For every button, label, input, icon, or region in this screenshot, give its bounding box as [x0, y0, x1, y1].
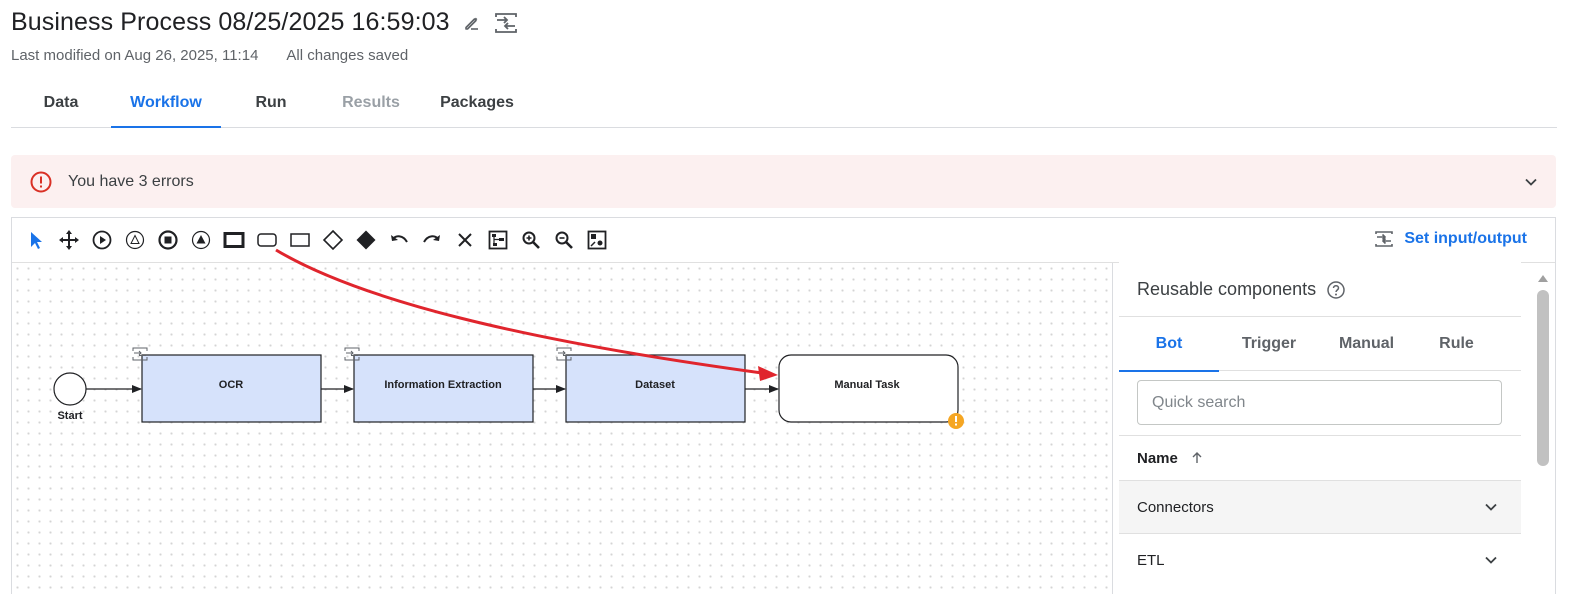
end-event-icon[interactable]: [157, 229, 179, 251]
pan-icon[interactable]: [58, 229, 80, 251]
scroll-up-arrow-icon[interactable]: [1537, 270, 1549, 282]
task-label: Information Extraction: [384, 379, 502, 391]
input-output-icon[interactable]: [494, 12, 518, 34]
undo-icon[interactable]: [388, 229, 410, 251]
group-row-connectors[interactable]: Connectors: [1119, 480, 1521, 533]
panel-tab-trigger[interactable]: Trigger: [1219, 317, 1319, 371]
delete-icon[interactable]: [454, 229, 476, 251]
fit-view-icon[interactable]: [586, 229, 608, 251]
panel-title: Reusable components: [1137, 279, 1346, 300]
help-icon[interactable]: [1326, 280, 1346, 300]
tab-workflow[interactable]: Workflow: [111, 78, 221, 128]
diagram-svg: Start OCR Information Extraction Dataset…: [53, 347, 964, 429]
name-column-header[interactable]: Name: [1119, 435, 1521, 480]
exclusive-gateway-icon[interactable]: [355, 229, 377, 251]
quick-search-input[interactable]: [1137, 380, 1502, 425]
set-input-output-button[interactable]: Set input/output: [1374, 230, 1527, 248]
error-circle-icon: [29, 170, 53, 194]
task-bold-icon[interactable]: [223, 229, 245, 251]
chevron-down-icon[interactable]: [1483, 552, 1499, 568]
diagram-toolbar: Set input/output: [12, 218, 1555, 263]
last-modified-text: Last modified on Aug 26, 2025, 11:14: [11, 47, 259, 64]
save-status-text: All changes saved: [286, 47, 409, 64]
sort-ascending-icon[interactable]: [1190, 451, 1204, 465]
group-row-etl[interactable]: ETL: [1119, 533, 1521, 586]
panel-title-text: Reusable components: [1137, 279, 1317, 299]
start-event[interactable]: [53, 372, 87, 406]
redo-icon[interactable]: [421, 229, 443, 251]
rect-task-icon[interactable]: [289, 229, 311, 251]
task-label: Manual Task: [834, 379, 900, 391]
zoom-in-icon[interactable]: [520, 229, 542, 251]
page-title: Business Process 08/25/2025 16:59:03: [11, 8, 450, 36]
name-column-label: Name: [1137, 449, 1178, 467]
start-event-icon[interactable]: [91, 229, 113, 251]
chevron-down-icon[interactable]: [1483, 499, 1499, 515]
chevron-down-icon[interactable]: [1524, 175, 1538, 189]
group-label: ETL: [1137, 551, 1165, 569]
error-banner[interactable]: You have 3 errors: [11, 155, 1556, 208]
auto-layout-icon[interactable]: [487, 229, 509, 251]
reusable-components-panel: Reusable components Bot Trigger Manual R…: [1119, 262, 1521, 594]
pointer-icon[interactable]: [25, 229, 47, 251]
gateway-icon[interactable]: [322, 229, 344, 251]
zoom-out-icon[interactable]: [553, 229, 575, 251]
main-tabs: Data Workflow Run Results Packages: [11, 78, 1557, 128]
set-input-output-label: Set input/output: [1404, 230, 1527, 247]
warning-icon[interactable]: [948, 413, 964, 429]
group-label: Connectors: [1137, 498, 1214, 516]
tab-packages[interactable]: Packages: [421, 78, 533, 127]
rounded-task-icon[interactable]: [256, 229, 278, 251]
intermediate-event-icon[interactable]: [124, 229, 146, 251]
start-event-label: Start: [57, 410, 82, 422]
scrollbar-thumb[interactable]: [1537, 290, 1549, 466]
panel-tab-bot[interactable]: Bot: [1119, 317, 1219, 372]
panel-tab-manual[interactable]: Manual: [1319, 317, 1414, 371]
pencil-icon[interactable]: [462, 13, 482, 33]
tab-data[interactable]: Data: [11, 78, 111, 127]
diagram-canvas[interactable]: Start OCR Information Extraction Dataset…: [12, 263, 1113, 594]
page-header: Business Process 08/25/2025 16:59:03: [11, 8, 518, 37]
panel-tabs: Bot Trigger Manual Rule: [1119, 316, 1521, 372]
tab-run[interactable]: Run: [221, 78, 321, 127]
page-subtitle: Last modified on Aug 26, 2025, 11:14 All…: [11, 47, 408, 64]
trigger-event-icon[interactable]: [190, 229, 212, 251]
error-banner-text: You have 3 errors: [68, 172, 194, 190]
panel-tab-rule[interactable]: Rule: [1419, 317, 1494, 371]
task-label: Dataset: [635, 379, 675, 391]
tab-results[interactable]: Results: [321, 78, 421, 127]
task-label: OCR: [219, 379, 244, 391]
input-output-icon: [1374, 230, 1394, 248]
